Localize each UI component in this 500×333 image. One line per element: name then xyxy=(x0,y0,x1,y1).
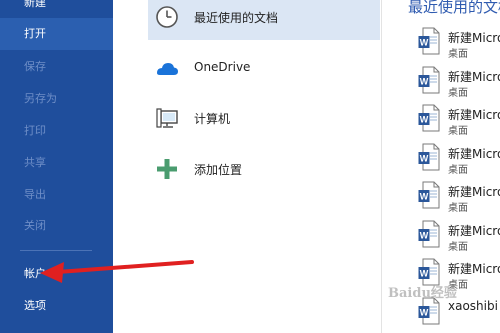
document-name: 新建Microsoft Word 文档 xyxy=(448,108,500,122)
recent-document-item[interactable]: W 新建Microsoft Word 文档桌面 xyxy=(418,66,500,100)
document-name: 新建Microsoft Word 文档 xyxy=(448,31,500,45)
document-location: 桌面 xyxy=(448,87,468,99)
recent-document-item[interactable]: Wxaoshibi xyxy=(418,297,500,331)
word-document-icon: W xyxy=(418,27,440,55)
svg-text:W: W xyxy=(420,76,429,86)
recent-document-item[interactable]: W 新建Microsoft Word 文档桌面 xyxy=(418,181,500,215)
document-name: 新建Microsoft Word 文档 xyxy=(448,223,500,238)
document-name: 新建Microsoft Word 文档 xyxy=(448,185,500,199)
document-location: 桌面 xyxy=(448,126,468,137)
recent-document-item[interactable]: W 新建Microsoft Word 文档桌面 xyxy=(418,27,500,61)
word-document-icon: W xyxy=(418,181,440,209)
word-document-icon: W xyxy=(418,143,440,170)
document-name: 新建Microsoft Word 文档 xyxy=(448,262,500,276)
recent-document-item[interactable]: W 新建Microsoft Word 文档桌面 xyxy=(418,220,500,254)
svg-text:W: W xyxy=(420,269,429,279)
watermark: Baidu经验 xyxy=(388,286,457,301)
svg-text:W: W xyxy=(420,192,429,202)
word-document-icon: W xyxy=(418,66,440,93)
svg-text:W: W xyxy=(420,307,429,317)
document-location: 桌面 xyxy=(448,203,468,214)
document-location: 桌面 xyxy=(448,164,468,176)
svg-text:W: W xyxy=(420,153,429,163)
document-name: 新建Microsoft Word 文档 xyxy=(448,69,500,84)
document-name: 新建Microsoft Word 文档 xyxy=(448,146,500,161)
document-location: 桌面 xyxy=(448,241,468,253)
svg-text:W: W xyxy=(420,38,429,48)
document-location: 桌面 xyxy=(448,49,468,60)
svg-text:W: W xyxy=(420,115,429,125)
recent-document-item[interactable]: W 新建Microsoft Word 文档桌面 xyxy=(418,143,500,177)
word-document-icon: W xyxy=(418,104,440,132)
word-document-icon: W xyxy=(418,220,440,247)
recent-document-item[interactable]: W 新建Microsoft Word 文档桌面 xyxy=(418,104,500,138)
svg-text:W: W xyxy=(420,230,429,240)
